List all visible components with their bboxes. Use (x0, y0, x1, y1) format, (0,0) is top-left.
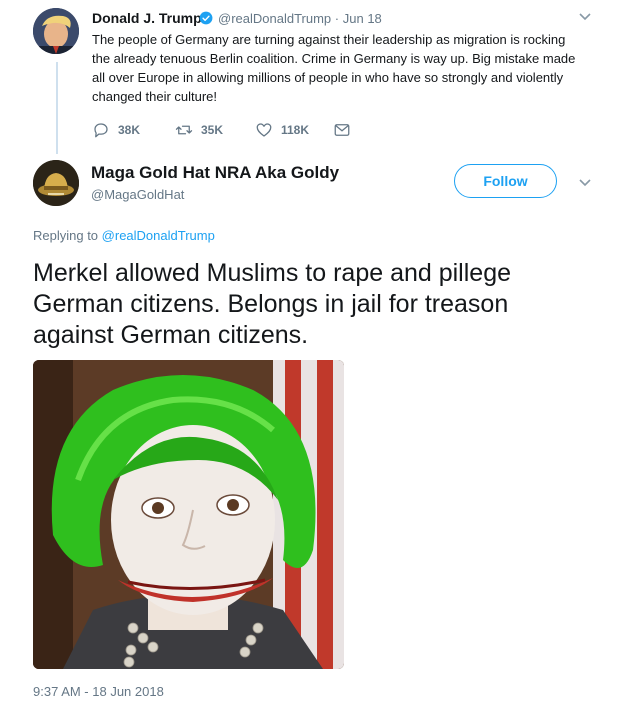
meta-separator: · (334, 11, 340, 26)
parent-author-avatar[interactable] (33, 8, 79, 54)
parent-author-handle[interactable]: @realDonaldTrump (218, 11, 331, 26)
envelope-icon (334, 124, 350, 136)
parent-tweet-text: The people of Germany are turning agains… (92, 32, 576, 104)
verified-badge-icon (199, 11, 213, 25)
reply-timestamp[interactable]: 9:37 AM - 18 Jun 2018 (33, 684, 164, 699)
thread-connector-line (56, 62, 58, 154)
reply-count: 38K (118, 123, 141, 137)
parent-author-name[interactable]: Donald J. Trump (92, 10, 202, 26)
tweet-media-image[interactable] (33, 360, 344, 669)
reply-action[interactable]: 38K (92, 120, 140, 140)
reply-author-avatar[interactable] (33, 160, 79, 206)
replying-to-line: Replying to @realDonaldTrump (33, 228, 215, 243)
reply-author-name[interactable]: Maga Gold Hat NRA Aka Goldy (91, 163, 339, 183)
retweet-action[interactable]: 35K (175, 120, 223, 140)
follow-button[interactable]: Follow (454, 164, 557, 198)
like-action[interactable]: 118K (255, 120, 309, 140)
replying-to-link[interactable]: @realDonaldTrump (102, 228, 215, 243)
parent-tweet-date[interactable]: Jun 18 (343, 11, 382, 26)
chevron-down-icon[interactable] (578, 12, 592, 22)
like-count: 118K (281, 123, 310, 137)
direct-message-action[interactable] (333, 120, 359, 140)
retweet-count: 35K (201, 123, 224, 137)
chevron-down-icon[interactable] (578, 178, 592, 188)
heart-icon (256, 123, 272, 137)
reply-tweet-text: Merkel allowed Muslims to rape and pille… (33, 259, 512, 349)
replying-prefix: Replying to (33, 228, 99, 243)
parent-author-meta: @realDonaldTrump · Jun 18 (218, 11, 382, 26)
reply-author-handle[interactable]: @MagaGoldHat (91, 187, 184, 202)
retweet-icon (175, 125, 193, 135)
reply-icon (94, 123, 108, 138)
